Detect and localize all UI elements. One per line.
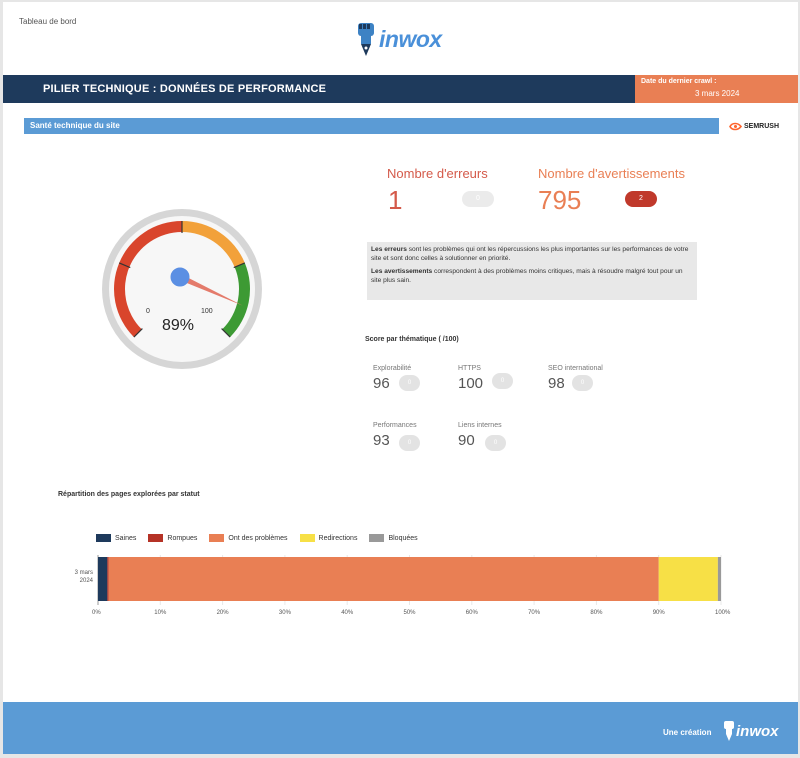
score-value: 96 (373, 375, 390, 392)
x-tick-label: 50% (403, 610, 416, 616)
fist-pen-icon (358, 23, 374, 56)
score-label: SEO international (548, 365, 603, 372)
score-label: Performances (373, 422, 417, 429)
legend-item[interactable]: Ont des problèmes (209, 534, 288, 542)
chart-bars (98, 557, 721, 601)
page-banner: PILIER TECHNIQUE : DONNÉES DE PERFORMANC… (3, 75, 635, 103)
legend-swatch (369, 534, 385, 542)
legend-swatch (148, 534, 164, 542)
crawl-date-label: Date du dernier crawl : (641, 78, 717, 85)
crawl-date-value: 3 mars 2024 (695, 89, 740, 98)
score-delta-badge: 0 (492, 373, 513, 389)
legend-swatch (209, 534, 225, 542)
fist-pen-icon (724, 721, 734, 741)
score-label: Liens internes (458, 422, 502, 429)
x-tick-label: 70% (528, 610, 541, 616)
footer-logo-text: inwox (736, 722, 779, 740)
chart-legend: Saines Rompues Ont des problèmes Redirec… (96, 534, 430, 542)
warnings-title: Nombre d'avertissements (538, 166, 685, 181)
breadcrumb[interactable]: Tableau de bord (19, 17, 76, 26)
health-gauge (102, 209, 262, 369)
warnings-delta-badge: 2 (625, 191, 657, 207)
legend-swatch (299, 534, 315, 542)
gauge-hub (170, 267, 190, 287)
x-tick-label: 0% (92, 610, 101, 616)
scores-title: Score par thématique ( /100) (365, 336, 459, 343)
score-value: 93 (373, 432, 390, 449)
bar-segment-1[interactable] (107, 557, 109, 601)
errors-delta-badge: 0 (462, 191, 494, 207)
info-warnings: Les avertissements correspondent à des p… (371, 267, 683, 284)
score-label: Explorabilité (373, 365, 412, 372)
logo-text: inwox (379, 25, 442, 52)
gauge-face (109, 216, 255, 362)
x-tick-label: 60% (465, 610, 478, 616)
x-tick-label: 80% (590, 610, 603, 616)
info-errors: Les erreurs sont les problèmes qui ont l… (371, 246, 689, 262)
errors-title: Nombre d'erreurs (387, 166, 488, 181)
bar-segment-4[interactable] (717, 557, 721, 601)
inwox-logo: inwox (355, 19, 442, 59)
x-tick-label: 10% (154, 610, 167, 616)
semrush-logo: SEMRUSH (729, 122, 779, 131)
score-delta-badge: 0 (572, 375, 593, 391)
legend-item[interactable]: Redirections (299, 534, 357, 542)
score-delta-badge: 0 (399, 435, 420, 451)
semrush-label: SEMRUSH (744, 123, 780, 130)
section-title: Santé technique du site (30, 121, 120, 130)
legend-item[interactable]: Saines (96, 534, 136, 542)
section-header: Santé technique du site (24, 118, 719, 134)
score-value: 90 (458, 432, 475, 449)
footer-credit: Une création (663, 728, 712, 737)
x-tick-label: 90% (652, 610, 665, 616)
info-box: Les erreurs sont les problèmes qui ont l… (367, 242, 697, 300)
score-value: 100 (458, 375, 484, 392)
errors-value: 1 (388, 185, 403, 215)
gauge-value: 89% (162, 317, 195, 334)
x-tick-label: 20% (216, 610, 229, 616)
x-tick-label: 30% (278, 610, 291, 616)
score-delta-badge: 0 (485, 435, 506, 451)
score-label: HTTPS (458, 365, 481, 372)
crawl-date-box: Date du dernier crawl : 3 mars 2024 (635, 75, 798, 103)
dashboard-page: Tableau de bord inwox PILIER TECHNIQUE :… (3, 2, 798, 754)
gauge-max-label: 100 (201, 308, 213, 315)
legend-swatch (96, 534, 111, 542)
x-tick-label: 100% (715, 610, 731, 616)
bar-segment-2[interactable] (108, 557, 659, 601)
bar-segment-3[interactable] (658, 557, 718, 601)
legend-item[interactable]: Rompues (148, 534, 197, 542)
score-delta-badge: 0 (399, 375, 420, 391)
footer-logo: inwox (723, 720, 779, 742)
stacked-bar-chart (97, 555, 722, 605)
score-value: 98 (548, 375, 565, 392)
gauge-min-label: 0 (146, 308, 150, 315)
bar-segment-0[interactable] (98, 557, 108, 601)
x-tick-label: 40% (341, 610, 354, 616)
chart-title: Répartition des pages explorées par stat… (58, 491, 200, 498)
semrush-icon (729, 122, 742, 131)
legend-item[interactable]: Bloquées (369, 534, 418, 542)
page-title: PILIER TECHNIQUE : DONNÉES DE PERFORMANC… (43, 83, 327, 95)
bar-category-label: 3 mars 2024 (74, 570, 93, 585)
warnings-value: 795 (538, 185, 582, 215)
